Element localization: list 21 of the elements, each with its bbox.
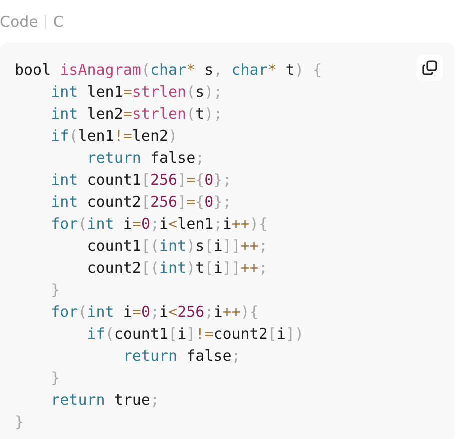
code-line: bool isAnagram(char* s, char* t) { [15,60,322,81]
code-line: if(count1[i]!=count2[i]) [86,324,304,345]
code-line: return false; [122,346,241,367]
copy-button[interactable] [417,55,443,81]
code-line: count1[(int)s[i]]++; [86,236,268,257]
code-line: } [15,412,24,433]
code-line: for(int i=0;i<256;i++){ [50,302,259,323]
code-line: count2[(int)t[i]]++; [86,258,268,279]
code-line: int count2[256]={0}; [50,192,232,213]
copy-icon [422,60,438,76]
code-line: int count1[256]={0}; [50,170,232,191]
code-line: int len2=strlen(t); [50,104,223,125]
code-line: } [50,368,60,389]
code-line: for(int i=0;i<len1;i++){ [50,214,268,235]
code-line: int len1=strlen(s); [50,82,223,103]
code-line: return false; [86,148,205,169]
code-line: return true; [50,390,160,411]
code-line: } [50,280,60,301]
language-label: C [52,12,64,30]
code-label: Code [0,12,40,30]
code-line: if(len1!=len2) [50,126,178,147]
